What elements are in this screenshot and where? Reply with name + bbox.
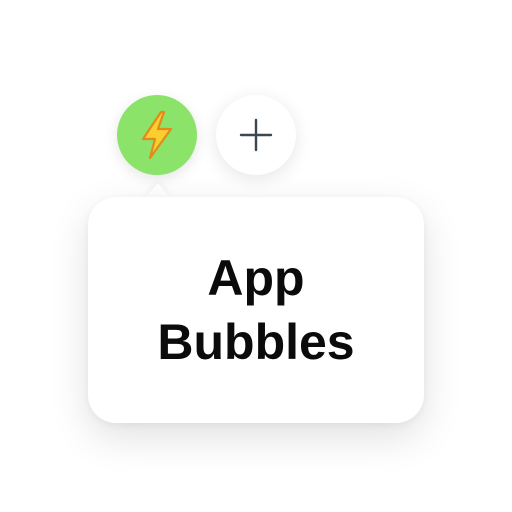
app-bubbles-tooltip: App Bubbles bbox=[88, 197, 424, 423]
plus-icon bbox=[239, 118, 273, 152]
tooltip-title-line-1: App bbox=[207, 250, 305, 306]
lightning-bubble-button[interactable] bbox=[117, 95, 197, 175]
lightning-icon bbox=[141, 110, 173, 160]
tooltip-title-line-2: Bubbles bbox=[157, 314, 355, 370]
add-bubble-button[interactable] bbox=[216, 95, 296, 175]
app-bubbles-stage: App Bubbles bbox=[0, 0, 512, 512]
